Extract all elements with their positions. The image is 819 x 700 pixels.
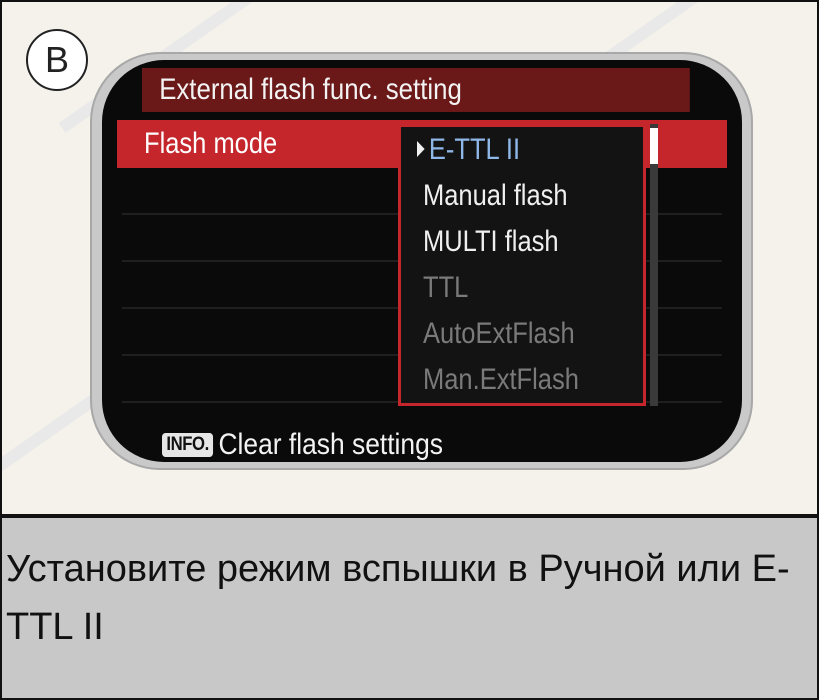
option-autoextflash: AutoExtFlash (423, 317, 575, 350)
caption-text: Установите режим вспышки в Ручной или E-… (6, 548, 790, 648)
option-multi-flash[interactable]: MULTI flash (423, 219, 559, 265)
camera-lcd-screen: External flash func. setting Flash mode … (102, 60, 742, 462)
caption-band: Установите режим вспышки в Ручной или E-… (2, 514, 817, 698)
flash-mode-label: Flash mode (144, 127, 278, 160)
option-label: E-TTL II (428, 133, 521, 166)
panel-label-b: B (26, 29, 88, 91)
option-e-ttl-ii[interactable]: E-TTL II (417, 127, 520, 173)
dropdown-scroll-thumb[interactable] (650, 128, 658, 164)
figure-frame: B External flash func. setting Flash mod… (0, 0, 819, 700)
info-button-icon: INFO. (162, 433, 214, 457)
option-ttl: TTL (423, 271, 469, 304)
flash-mode-dropdown[interactable]: E-TTL II Manual flash MULTI flash TTL Au… (398, 124, 646, 406)
info-footer: INFO. Clear flash settings (162, 428, 443, 462)
menu-title: External flash func. setting (142, 68, 690, 112)
info-footer-text: Clear flash settings (218, 428, 443, 461)
option-manextflash: Man.ExtFlash (423, 363, 579, 396)
selection-arrow-icon (417, 141, 425, 157)
option-manual-flash[interactable]: Manual flash (423, 173, 568, 219)
dropdown-scrollbar[interactable] (650, 124, 658, 406)
